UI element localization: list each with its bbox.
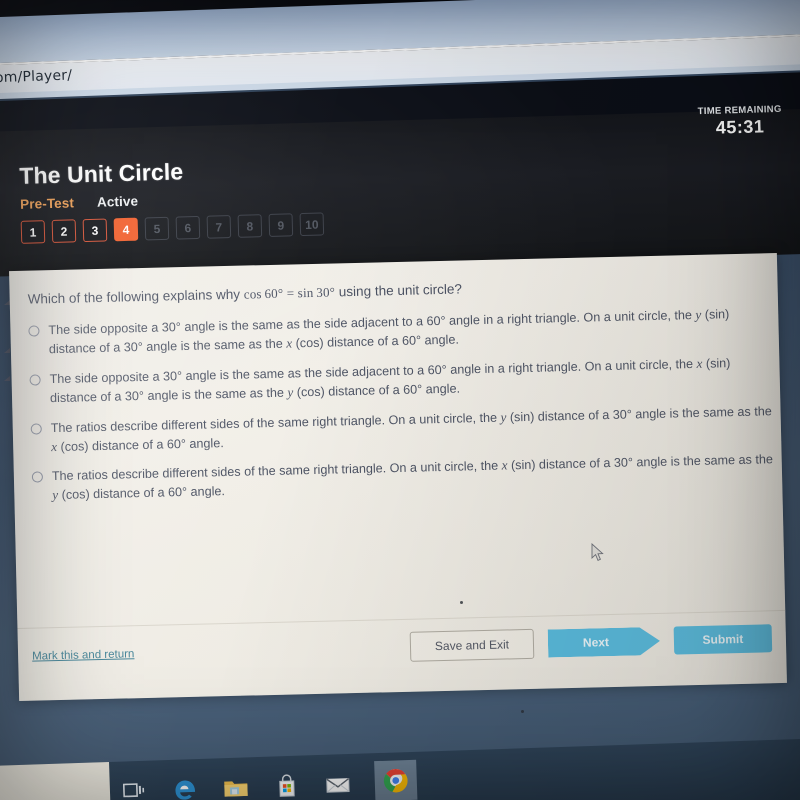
screen-speck-1 bbox=[460, 601, 463, 604]
question-stem: Which of the following explains why cos … bbox=[28, 273, 778, 309]
radio-button-choice-a[interactable] bbox=[28, 325, 40, 337]
answer-choice[interactable]: The ratios describe different sides of t… bbox=[30, 402, 782, 457]
question-nav-button-9: 9 bbox=[268, 213, 294, 237]
chrome-icon[interactable] bbox=[374, 759, 418, 800]
save-and-exit-button[interactable]: Save and Exit bbox=[409, 628, 535, 662]
next-button-label: Next bbox=[548, 627, 661, 658]
answer-choice-text: The ratios describe different sides of t… bbox=[51, 452, 774, 503]
address-bar-url: ty.com/Player/ bbox=[0, 67, 73, 88]
answer-choice-list[interactable]: The side opposite a 30° angle is the sam… bbox=[28, 304, 782, 506]
question-stem-prefix: Which of the following explains why bbox=[27, 286, 244, 307]
assignment-status-label: Active bbox=[96, 193, 139, 210]
taskbar-left-pane bbox=[0, 761, 112, 800]
question-nav-button-1[interactable]: 1 bbox=[20, 220, 46, 244]
next-button[interactable]: Next bbox=[548, 627, 661, 658]
answer-choice[interactable]: The side opposite a 30° angle is the sam… bbox=[29, 353, 780, 408]
question-nav-button-5: 5 bbox=[144, 216, 170, 241]
answer-choice-text: The side opposite a 30° angle is the sam… bbox=[48, 307, 730, 357]
question-panel: Which of the following explains why cos … bbox=[9, 253, 787, 701]
radio-button-choice-c[interactable] bbox=[30, 423, 42, 435]
time-remaining-value: 45:31 bbox=[715, 116, 765, 138]
time-remaining: TIME REMAINING 45:31 bbox=[698, 104, 783, 139]
question-nav-button-8: 8 bbox=[237, 214, 263, 238]
microsoft-store-icon[interactable] bbox=[272, 772, 301, 800]
mail-icon[interactable] bbox=[323, 770, 352, 799]
submit-button[interactable]: Submit bbox=[673, 624, 773, 655]
time-remaining-label: TIME REMAINING bbox=[697, 103, 782, 118]
answer-choice[interactable]: The ratios describe different sides of t… bbox=[31, 450, 783, 505]
screen-speck-2 bbox=[521, 710, 524, 713]
question-nav-button-4[interactable]: 4 bbox=[113, 217, 139, 242]
answer-choice-text: The ratios describe different sides of t… bbox=[50, 403, 772, 454]
task-view-icon[interactable] bbox=[120, 777, 149, 800]
answer-choice-text: The side opposite a 30° angle is the sam… bbox=[49, 355, 731, 406]
radio-button-choice-b[interactable] bbox=[29, 374, 41, 386]
radio-button-choice-d[interactable] bbox=[31, 471, 44, 484]
assignment-header: The Unit Circle Pre-Test Active 12345678… bbox=[0, 107, 800, 278]
edge-icon[interactable] bbox=[171, 775, 200, 800]
question-stem-equation: cos 60° = sin 30° bbox=[243, 284, 336, 302]
question-stem-suffix: using the unit circle? bbox=[334, 281, 463, 300]
file-explorer-icon[interactable] bbox=[221, 773, 250, 800]
answer-choice[interactable]: The side opposite a 30° angle is the sam… bbox=[28, 304, 779, 359]
photo-of-screen: ty.com/Player/ The Unit Circle Pre-Test … bbox=[0, 0, 800, 800]
question-nav-button-3[interactable]: 3 bbox=[82, 218, 108, 243]
taskbar-icon-row[interactable] bbox=[119, 759, 418, 800]
question-nav-button-7: 7 bbox=[206, 215, 232, 239]
question-nav-button-10: 10 bbox=[299, 212, 325, 237]
bezel-reflection-4 bbox=[4, 376, 10, 381]
assignment-type-label: Pre-Test bbox=[19, 195, 75, 212]
mark-this-and-return-link[interactable]: Mark this and return bbox=[32, 648, 135, 662]
bezel-reflection-3 bbox=[4, 348, 10, 353]
question-nav-button-2[interactable]: 2 bbox=[51, 219, 77, 244]
question-nav-button-6: 6 bbox=[175, 215, 201, 240]
